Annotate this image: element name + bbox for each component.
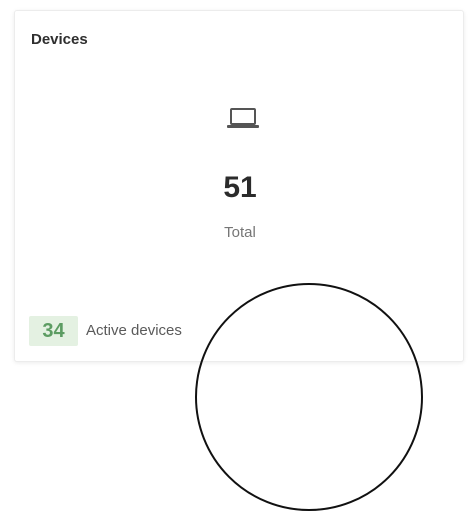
active-devices-badge[interactable]: 34 — [29, 316, 78, 346]
card-title: Devices — [31, 31, 88, 48]
total-devices-label: Total — [224, 224, 256, 241]
total-devices-value: 51 — [223, 171, 257, 204]
laptop-icon — [227, 108, 259, 128]
devices-card: Devices 51 Total 34 Active devices — [14, 10, 464, 362]
active-devices-label[interactable]: Active devices — [86, 322, 182, 339]
